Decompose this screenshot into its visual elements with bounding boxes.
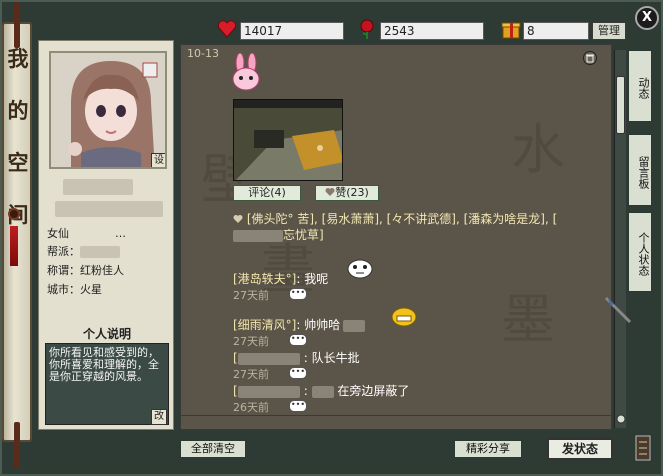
comment-time: 27天前	[233, 289, 269, 302]
comment-time: 26天前	[233, 401, 269, 414]
seal-icon	[635, 435, 651, 461]
edit-photo-button[interactable]: 设	[151, 153, 165, 167]
comment-item: [港岛轶夫°]: 我呢	[233, 272, 329, 286]
panda-emoji-icon	[347, 259, 373, 279]
feed-panel: 壁 水 畫 墨 10-13 评论(4) 赞(23) [佛头陀° 苦], [易水萧…	[180, 44, 612, 430]
comment-item: [: 在旁边屏蔽了	[233, 384, 410, 398]
tab-activity[interactable]: 动态	[628, 50, 652, 122]
trash-icon	[586, 54, 594, 63]
scroll-rod-bottom	[14, 422, 20, 468]
scroll-char-2: 的	[7, 98, 29, 123]
comment-text: 队长牛批	[311, 351, 360, 365]
desc-title: 个人说明	[82, 327, 131, 341]
edit-desc-button[interactable]: 改	[151, 409, 167, 425]
feed-scrollbar[interactable]	[614, 50, 626, 428]
scroll-rod-top	[14, 2, 20, 48]
gender-field: 女仙…	[47, 227, 126, 240]
gang-field: 帮派：	[47, 243, 120, 259]
quill-pen-icon	[604, 296, 632, 324]
comment-time: 27天前	[233, 335, 269, 348]
comment-author[interactable]: [港岛轶夫°]	[233, 272, 296, 286]
post-image[interactable]	[233, 99, 343, 181]
rose-icon	[360, 19, 374, 39]
roses-count: 2543	[380, 22, 484, 40]
comment-item: [: 队长牛批	[233, 351, 360, 365]
gifts-count: 8	[523, 22, 589, 40]
reply-bubble-icon[interactable]: •••	[289, 400, 307, 412]
comment-text: 在旁边屏蔽了	[337, 384, 410, 398]
manage-button[interactable]: 管理	[592, 22, 626, 40]
reply-bubble-icon[interactable]: •••	[289, 288, 307, 300]
tab-guestbook[interactable]: 留言板	[628, 134, 652, 206]
hidden-id	[55, 201, 163, 217]
heart-icon	[217, 20, 237, 38]
comment-text: 我呢	[304, 272, 329, 286]
likes-list: [佛头陀° 苦], [易水萧萧], [々不讲武德], [潘森为啥是龙], [忘忧…	[233, 211, 579, 243]
comment-button[interactable]: 评论(4)	[233, 185, 301, 201]
post-date: 10-13	[187, 47, 219, 60]
space-window: 我 的 空 间 14017 2543 8 管理 X 设	[0, 0, 663, 476]
like-button[interactable]: 赞(23)	[315, 185, 379, 201]
hidden-name	[63, 179, 133, 195]
scroll-char-1: 我	[7, 46, 29, 71]
comment-time: 27天前	[233, 368, 269, 381]
comment-author[interactable]: [	[233, 384, 238, 398]
post-status-button[interactable]: 发状态	[547, 438, 613, 460]
city-field: 城市：火星	[47, 283, 102, 296]
clear-all-button[interactable]: 全部清空	[180, 440, 246, 458]
bead-icon	[8, 208, 20, 220]
reply-bubble-icon[interactable]: •••	[289, 367, 307, 379]
delete-post-button[interactable]	[583, 51, 597, 65]
tab-personal-status[interactable]: 个人状态	[628, 212, 652, 292]
heart-small-icon	[325, 188, 335, 196]
share-button[interactable]: 精彩分享	[454, 440, 522, 458]
feed-divider	[181, 415, 611, 416]
close-button[interactable]: X	[635, 6, 659, 30]
comment-author[interactable]: [	[233, 351, 238, 365]
heart-likes-icon	[233, 215, 243, 223]
scrollbar-thumb[interactable]	[616, 76, 625, 134]
profile-panel: 设 女仙… 帮派： 称谓：红粉佳人 城市：火星 个人说明 你所看见和感受到的，你…	[38, 40, 174, 430]
title-field: 称谓：红粉佳人	[47, 264, 124, 277]
comment-text: 帅帅哈	[304, 318, 341, 332]
bunny-emoji-icon	[232, 53, 260, 91]
tassel-icon	[10, 226, 18, 266]
comment-item: [细雨清风°]: 帅帅哈	[233, 316, 366, 333]
reply-bubble-icon[interactable]: •••	[289, 334, 307, 346]
scroll-char-3: 空	[7, 150, 29, 175]
game-screenshot-icon	[234, 100, 342, 180]
avatar[interactable]: 设	[49, 51, 167, 169]
avatar-portrait-icon	[51, 53, 165, 167]
comment-author[interactable]: [细雨清风°]	[233, 318, 296, 332]
scroll-down-icon[interactable]	[616, 414, 626, 424]
hearts-count: 14017	[240, 22, 344, 40]
grin-emoji-icon	[391, 307, 417, 327]
gift-icon	[501, 22, 521, 39]
